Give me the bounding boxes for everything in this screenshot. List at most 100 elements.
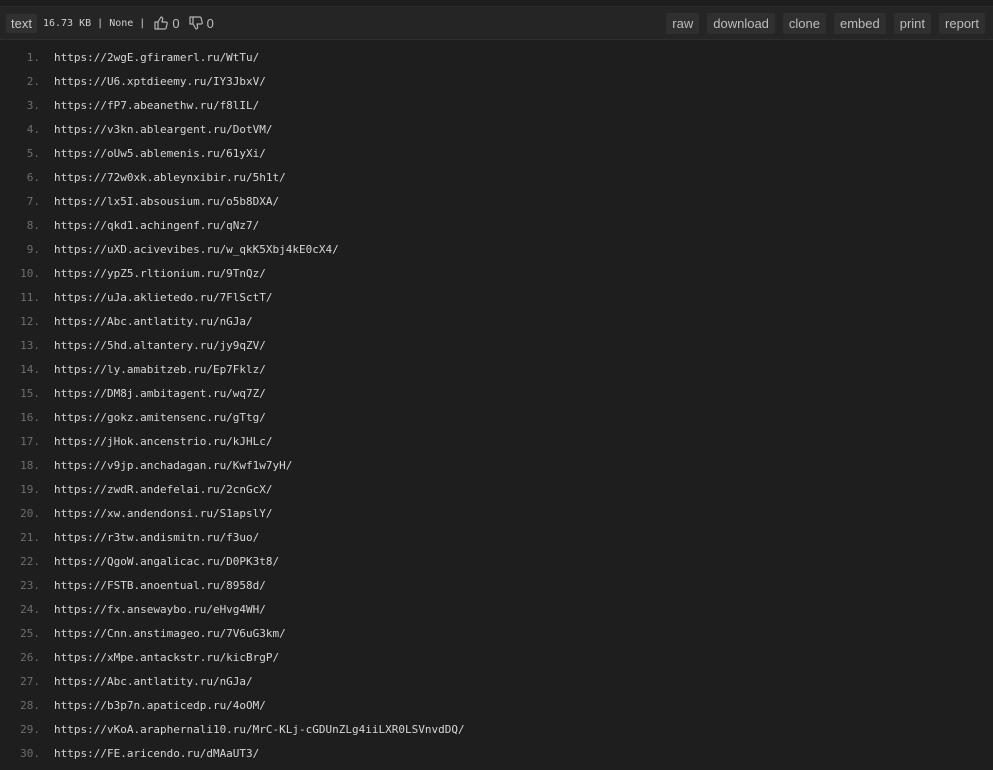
- paste-meta: 16.73 KB | None |: [42, 17, 146, 29]
- line-text[interactable]: https://FE.aricendo.ru/dMAaUT3/: [54, 747, 259, 760]
- code-line: 28. https://b3p7n.apaticedp.ru/4oOM/: [0, 693, 993, 717]
- code-line: 4. https://v3kn.ableargent.ru/DotVM/: [0, 117, 993, 141]
- line-number: 30.: [20, 746, 40, 760]
- code-line: 15. https://DM8j.ambitagent.ru/wq7Z/: [0, 381, 993, 405]
- code-line: 17. https://jHok.ancenstrio.ru/kJHLc/: [0, 429, 993, 453]
- line-number: 6.: [26, 170, 40, 184]
- line-number: 4.: [26, 122, 40, 136]
- line-text[interactable]: https://ypZ5.rltionium.ru/9TnQz/: [54, 267, 266, 280]
- line-text[interactable]: https://xw.andendonsi.ru/S1apslY/: [54, 507, 273, 520]
- line-text[interactable]: https://b3p7n.apaticedp.ru/4oOM/: [54, 699, 266, 712]
- line-text[interactable]: https://qkd1.achingenf.ru/qNz7/: [54, 219, 259, 232]
- code-line: 22. https://QgoW.angalicac.ru/D0PK3t8/: [0, 549, 993, 573]
- line-number: 14.: [20, 362, 40, 376]
- dislike-button[interactable]: 0: [188, 15, 214, 31]
- line-text[interactable]: https://v3kn.ableargent.ru/DotVM/: [54, 123, 273, 136]
- top-border: [0, 0, 993, 7]
- code-line: 10. https://ypZ5.rltionium.ru/9TnQz/: [0, 261, 993, 285]
- print-button[interactable]: print: [893, 12, 932, 34]
- line-text[interactable]: https://oUw5.ablemenis.ru/61yXi/: [54, 147, 266, 160]
- code-line: 30. https://FE.aricendo.ru/dMAaUT3/: [0, 741, 993, 765]
- code-line: 12. https://Abc.antlatity.ru/nGJa/: [0, 309, 993, 333]
- dislike-count: 0: [206, 15, 214, 31]
- code-line: 26. https://xMpe.antackstr.ru/kicBrgP/: [0, 645, 993, 669]
- code-line: 24. https://fx.ansewaybo.ru/eHvg4WH/: [0, 597, 993, 621]
- code-line: 7. https://lx5I.absousium.ru/o5b8DXA/: [0, 189, 993, 213]
- code-line: 23. https://FSTB.anoentual.ru/8958d/: [0, 573, 993, 597]
- line-text[interactable]: https://zwdR.andefelai.ru/2cnGcX/: [54, 483, 273, 496]
- line-number: 23.: [20, 578, 40, 592]
- paste-header: text 16.73 KB | None | 0 0 raw download …: [0, 7, 993, 40]
- code-line: 1. https://2wgE.gfiramerl.ru/WtTu/: [0, 45, 993, 69]
- code-line: 6. https://72w0xk.ableynxibir.ru/5h1t/: [0, 165, 993, 189]
- line-number: 19.: [20, 482, 40, 496]
- line-text[interactable]: https://Abc.antlatity.ru/nGJa/: [54, 675, 253, 688]
- line-number: 22.: [20, 554, 40, 568]
- clone-button[interactable]: clone: [782, 12, 826, 34]
- paste-info: text 16.73 KB | None | 0 0: [6, 13, 214, 33]
- line-text[interactable]: https://U6.xptdieemy.ru/IY3JbxV/: [54, 75, 266, 88]
- code-line: 21. https://r3tw.andismitn.ru/f3uo/: [0, 525, 993, 549]
- line-text[interactable]: https://vKoA.araphernali10.ru/MrC-KLj-cG…: [54, 723, 465, 736]
- line-number: 5.: [26, 146, 40, 160]
- line-text[interactable]: https://ly.amabitzeb.ru/Ep7Fklz/: [54, 363, 266, 376]
- code-line: 13. https://5hd.altantery.ru/jy9qZV/: [0, 333, 993, 357]
- code-line: 20. https://xw.andendonsi.ru/S1apslY/: [0, 501, 993, 525]
- line-number: 21.: [20, 530, 40, 544]
- line-number: 11.: [20, 290, 40, 304]
- line-text[interactable]: https://uJa.aklietedo.ru/7FlSctT/: [54, 291, 273, 304]
- line-number: 17.: [20, 434, 40, 448]
- line-number: 27.: [20, 674, 40, 688]
- line-text[interactable]: https://2wgE.gfiramerl.ru/WtTu/: [54, 51, 259, 64]
- line-text[interactable]: https://lx5I.absousium.ru/o5b8DXA/: [54, 195, 279, 208]
- line-text[interactable]: https://r3tw.andismitn.ru/f3uo/: [54, 531, 259, 544]
- code-view: 1. https://2wgE.gfiramerl.ru/WtTu/2. https…: [0, 40, 993, 765]
- code-line: 19. https://zwdR.andefelai.ru/2cnGcX/: [0, 477, 993, 501]
- line-text[interactable]: https://gokz.amitensenc.ru/gTtg/: [54, 411, 266, 424]
- code-line: 5. https://oUw5.ablemenis.ru/61yXi/: [0, 141, 993, 165]
- line-text[interactable]: https://uXD.acivevibes.ru/w_qkK5Xbj4kE0c…: [54, 243, 339, 256]
- line-text[interactable]: https://v9jp.anchadagan.ru/Kwf1w7yH/: [54, 459, 292, 472]
- code-line: 27. https://Abc.antlatity.ru/nGJa/: [0, 669, 993, 693]
- line-text[interactable]: https://xMpe.antackstr.ru/kicBrgP/: [54, 651, 279, 664]
- line-number: 15.: [20, 386, 40, 400]
- line-text[interactable]: https://QgoW.angalicac.ru/D0PK3t8/: [54, 555, 279, 568]
- line-text[interactable]: https://72w0xk.ableynxibir.ru/5h1t/: [54, 171, 286, 184]
- line-text[interactable]: https://FSTB.anoentual.ru/8958d/: [54, 579, 266, 592]
- line-number: 3.: [26, 98, 40, 112]
- code-line: 14. https://ly.amabitzeb.ru/Ep7Fklz/: [0, 357, 993, 381]
- line-number: 8.: [26, 218, 40, 232]
- paste-actions: raw download clone embed print report: [666, 12, 985, 34]
- thumbs-down-icon: [188, 16, 203, 30]
- line-text[interactable]: https://fP7.abeanethw.ru/f8lIL/: [54, 99, 259, 112]
- code-line: 29. https://vKoA.araphernali10.ru/MrC-KLj…: [0, 717, 993, 741]
- code-line: 3. https://fP7.abeanethw.ru/f8lIL/: [0, 93, 993, 117]
- embed-button[interactable]: embed: [833, 12, 886, 34]
- line-number: 10.: [20, 266, 40, 280]
- download-button[interactable]: download: [707, 12, 775, 34]
- raw-button[interactable]: raw: [666, 12, 700, 34]
- line-number: 20.: [20, 506, 40, 520]
- code-line: 11. https://uJa.aklietedo.ru/7FlSctT/: [0, 285, 993, 309]
- line-text[interactable]: https://Cnn.anstimageo.ru/7V6uG3km/: [54, 627, 286, 640]
- line-number: 9.: [26, 242, 40, 256]
- line-number: 28.: [20, 698, 40, 712]
- line-number: 7.: [26, 194, 40, 208]
- code-line: 25. https://Cnn.anstimageo.ru/7V6uG3km/: [0, 621, 993, 645]
- like-button[interactable]: 0: [153, 15, 180, 31]
- line-number: 16.: [20, 410, 40, 424]
- code-line: 18. https://v9jp.anchadagan.ru/Kwf1w7yH/: [0, 453, 993, 477]
- line-number: 2.: [26, 74, 40, 88]
- line-text[interactable]: https://Abc.antlatity.ru/nGJa/: [54, 315, 253, 328]
- line-number: 25.: [20, 626, 40, 640]
- code-line: 8. https://qkd1.achingenf.ru/qNz7/: [0, 213, 993, 237]
- line-text[interactable]: https://DM8j.ambitagent.ru/wq7Z/: [54, 387, 266, 400]
- line-text[interactable]: https://5hd.altantery.ru/jy9qZV/: [54, 339, 266, 352]
- line-text[interactable]: https://fx.ansewaybo.ru/eHvg4WH/: [54, 603, 266, 616]
- line-text[interactable]: https://jHok.ancenstrio.ru/kJHLc/: [54, 435, 273, 448]
- line-number: 13.: [20, 338, 40, 352]
- line-number: 29.: [20, 722, 40, 736]
- code-line: 2. https://U6.xptdieemy.ru/IY3JbxV/: [0, 69, 993, 93]
- syntax-tag[interactable]: text: [6, 13, 37, 33]
- report-button[interactable]: report: [939, 12, 985, 34]
